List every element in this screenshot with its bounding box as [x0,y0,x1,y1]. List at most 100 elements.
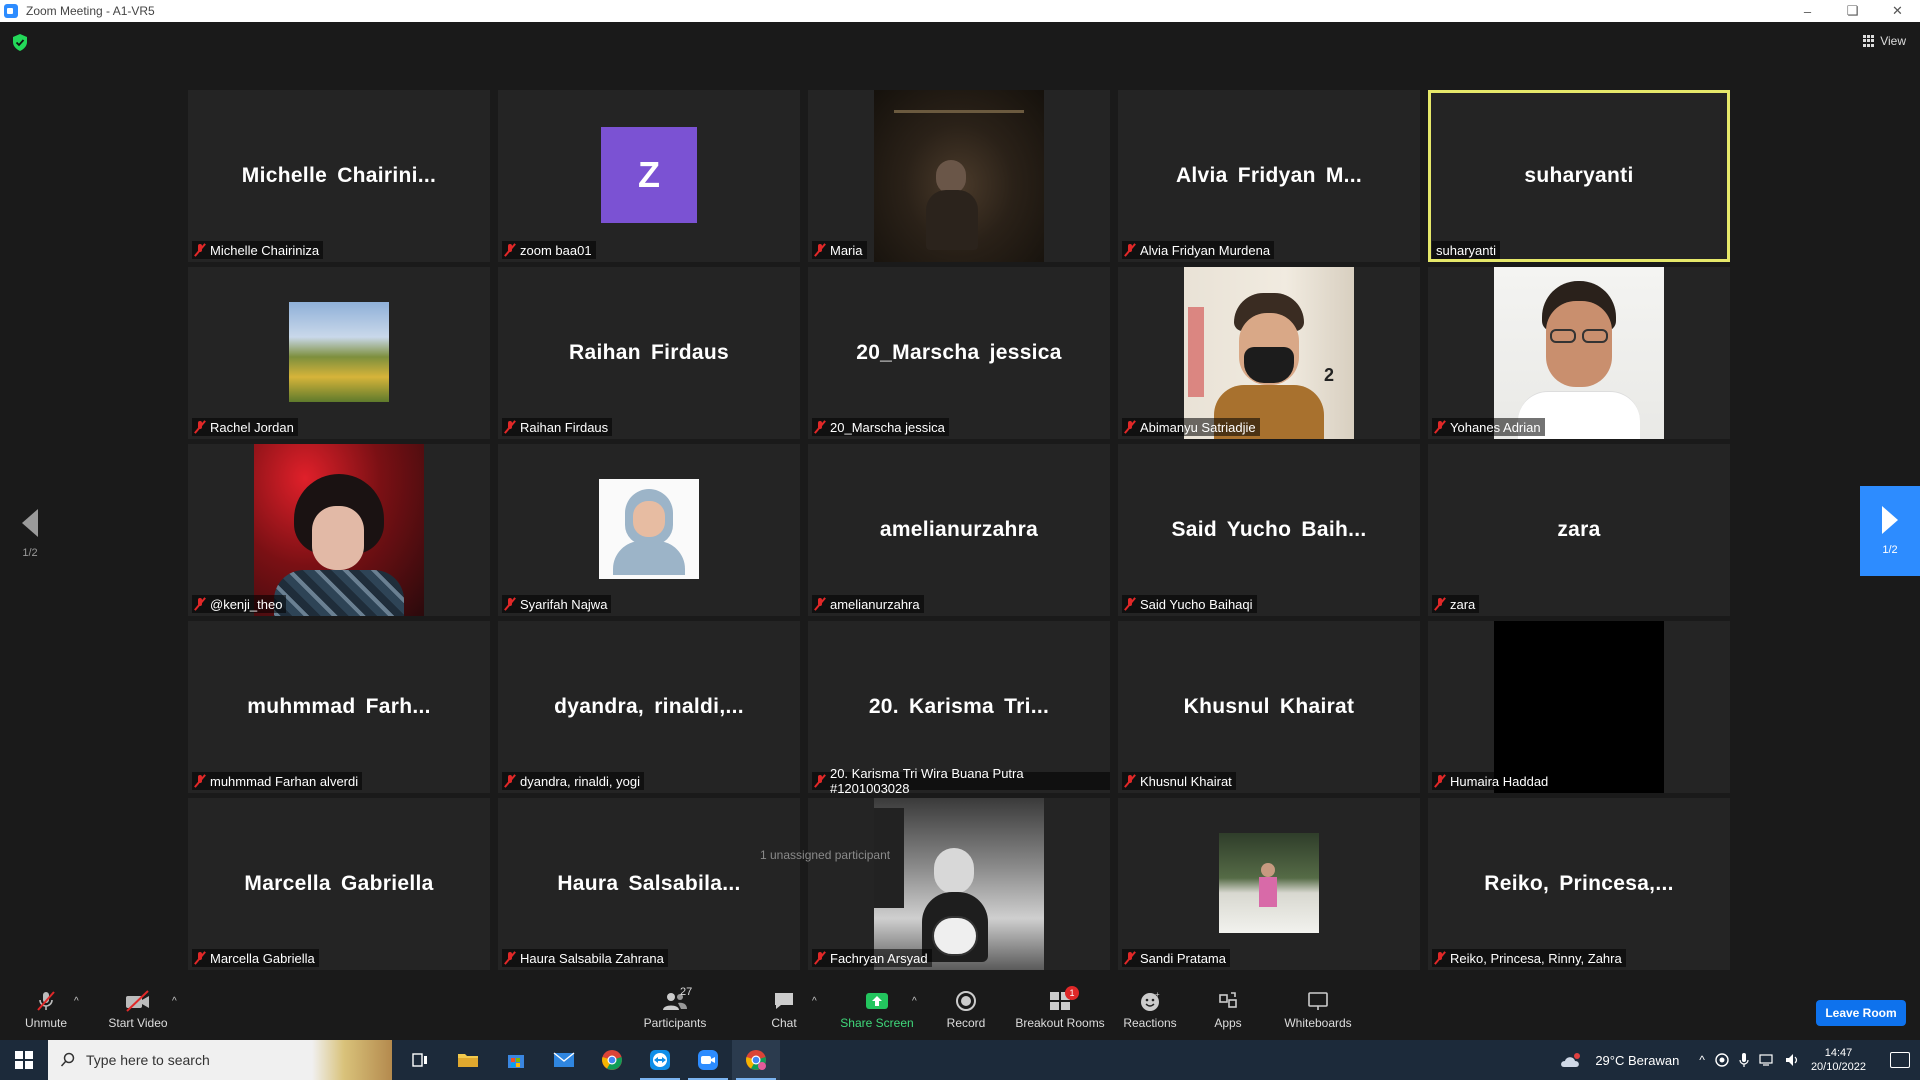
participant-tile[interactable]: Syarifah Najwa [498,444,800,616]
next-page-button[interactable]: 1/2 [1860,486,1920,576]
show-hidden-icons-chevron-icon[interactable]: ^ [1699,1053,1705,1067]
mic-muted-icon [37,991,55,1011]
participant-tile[interactable]: amelianurzahra amelianurzahra [808,444,1110,616]
unmute-button[interactable]: Unmute [18,978,74,1040]
weather-cloud-icon[interactable] [1559,1051,1585,1069]
participant-tile[interactable]: Rachel Jordan [188,267,490,439]
profile-picture [289,302,389,402]
chat-button[interactable]: Chat [760,978,808,1040]
mail-icon [553,1052,575,1067]
video-off-icon [126,990,149,1012]
participant-name-label: Michelle Chairiniza [192,241,324,259]
participant-name: muhmmad Farhan alverdi [210,773,359,789]
close-button[interactable]: ✕ [1875,0,1920,22]
participant-name-label: Marcella Gabriella [192,949,319,967]
network-icon[interactable] [1759,1053,1775,1067]
previous-page-button[interactable]: 1/2 [0,486,60,582]
active-speaker-tile[interactable]: suharyanti suharyanti [1428,90,1730,262]
zoom-taskbar-button[interactable] [684,1040,732,1080]
participant-tile[interactable]: Maria [808,90,1110,262]
whiteboards-button[interactable]: Whiteboards [1282,978,1354,1040]
taskbar-search-box[interactable]: Type here to search [48,1040,392,1080]
breakout-rooms-button[interactable]: 1 Breakout Rooms [1012,978,1108,1040]
mic-muted-icon [1124,420,1136,434]
file-explorer-button[interactable] [444,1040,492,1080]
participant-tile[interactable]: @kenji_theo [188,444,490,616]
start-video-button[interactable]: Start Video [106,978,170,1040]
participant-name: Syarifah Najwa [520,596,608,612]
volume-icon[interactable] [1785,1053,1801,1067]
microsoft-store-button[interactable] [492,1040,540,1080]
participant-tile[interactable]: Z zoom baa01 [498,90,800,262]
participant-name: Maria [830,242,863,258]
record-button[interactable]: Record [940,978,992,1040]
participant-name: Rachel Jordan [210,419,294,435]
shield-check-icon[interactable] [12,34,28,51]
task-view-button[interactable] [396,1040,444,1080]
participant-name: Michelle Chairiniza [210,242,320,258]
unassigned-participant-notice[interactable]: 1 unassigned participant [760,848,890,862]
mail-button[interactable] [540,1040,588,1080]
reactions-label: Reactions [1123,1016,1177,1030]
participant-name-label: Haura Salsabila Zahrana [502,949,668,967]
video-options-chevron-icon[interactable]: ^ [172,996,177,1007]
start-button[interactable] [0,1040,48,1080]
notification-center-icon[interactable] [1890,1052,1910,1068]
windows-taskbar: Type here to search 29°C Berawan ^ 14:47… [0,1040,1920,1080]
arrow-right-icon [1882,506,1898,534]
microphone-tray-icon[interactable] [1739,1052,1749,1068]
chrome-button[interactable] [588,1040,636,1080]
teamviewer-button[interactable] [636,1040,684,1080]
participant-tile[interactable]: Marcella Gabriella Marcella Gabriella [188,798,490,970]
participant-tile[interactable]: Khusnul Khairat Khusnul Khairat [1118,621,1420,793]
participant-display-name: Haura Salsabila... [557,872,741,895]
reactions-button[interactable]: + Reactions [1120,978,1180,1040]
leave-room-button[interactable]: Leave Room [1816,1000,1906,1026]
minimize-button[interactable]: – [1785,0,1830,22]
maximize-button[interactable]: ❏ [1830,0,1875,22]
participant-tile[interactable]: Said Yucho Baih... Said Yucho Baihaqi [1118,444,1420,616]
participant-display-name: zara [1557,518,1601,541]
participant-tile[interactable]: Haura Salsabila... Haura Salsabila Zahra… [498,798,800,970]
chrome-profile-button[interactable] [732,1040,780,1080]
participant-tile[interactable]: 20. Karisma Tri... 20. Karisma Tri Wira … [808,621,1110,793]
participant-display-name: Reiko, Princesa,... [1484,872,1674,895]
breakout-rooms-badge: 1 [1065,986,1079,1000]
view-button[interactable]: View [1863,34,1906,48]
mic-muted-icon [1434,420,1446,434]
participant-name-label: 20_Marscha jessica [812,418,949,436]
participant-tile[interactable]: zara zara [1428,444,1730,616]
participant-tile[interactable]: Alvia Fridyan M... Alvia Fridyan Murdena [1118,90,1420,262]
target-tray-icon[interactable] [1715,1053,1729,1067]
participant-name: zoom baa01 [520,242,592,258]
mic-muted-icon [1434,951,1446,965]
apps-button[interactable]: Apps [1208,978,1248,1040]
mic-muted-icon [504,597,516,611]
participant-tile[interactable]: Raihan Firdaus Raihan Firdaus [498,267,800,439]
weather-text[interactable]: 29°C Berawan [1595,1053,1679,1068]
participant-tile[interactable]: Yohanes Adrian [1428,267,1730,439]
participant-tile[interactable]: Reiko, Princesa,... Reiko, Princesa, Rin… [1428,798,1730,970]
participant-tile[interactable]: Sandi Pratama [1118,798,1420,970]
participants-button[interactable]: 27 Participants [640,978,710,1040]
share-options-chevron-icon[interactable]: ^ [912,996,917,1007]
participant-tile[interactable]: 2 Abimanyu Satriadjie [1118,267,1420,439]
mic-muted-icon [1434,774,1446,788]
participant-name: @kenji_theo [210,596,283,612]
share-screen-button[interactable]: Share Screen [838,978,916,1040]
participant-tile[interactable]: Michelle Chairini... Michelle Chairiniza [188,90,490,262]
taskbar-clock[interactable]: 14:47 20/10/2022 [1811,1046,1866,1074]
participant-display-name: Raihan Firdaus [569,341,729,364]
chat-options-chevron-icon[interactable]: ^ [812,996,817,1007]
participant-tile[interactable]: 20_Marscha jessica 20_Marscha jessica [808,267,1110,439]
participant-tile[interactable]: dyandra, rinaldi,... dyandra, rinaldi, y… [498,621,800,793]
mic-muted-icon [1124,774,1136,788]
participant-tile[interactable]: Humaira Haddad [1428,621,1730,793]
mic-muted-icon [814,774,826,788]
participant-name: amelianurzahra [830,596,920,612]
participant-tile[interactable]: muhmmad Farh... muhmmad Farhan alverdi [188,621,490,793]
search-placeholder: Type here to search [86,1052,210,1068]
mic-muted-icon [814,420,826,434]
audio-options-chevron-icon[interactable]: ^ [74,996,79,1007]
participant-tile[interactable]: Fachryan Arsyad [808,798,1110,970]
